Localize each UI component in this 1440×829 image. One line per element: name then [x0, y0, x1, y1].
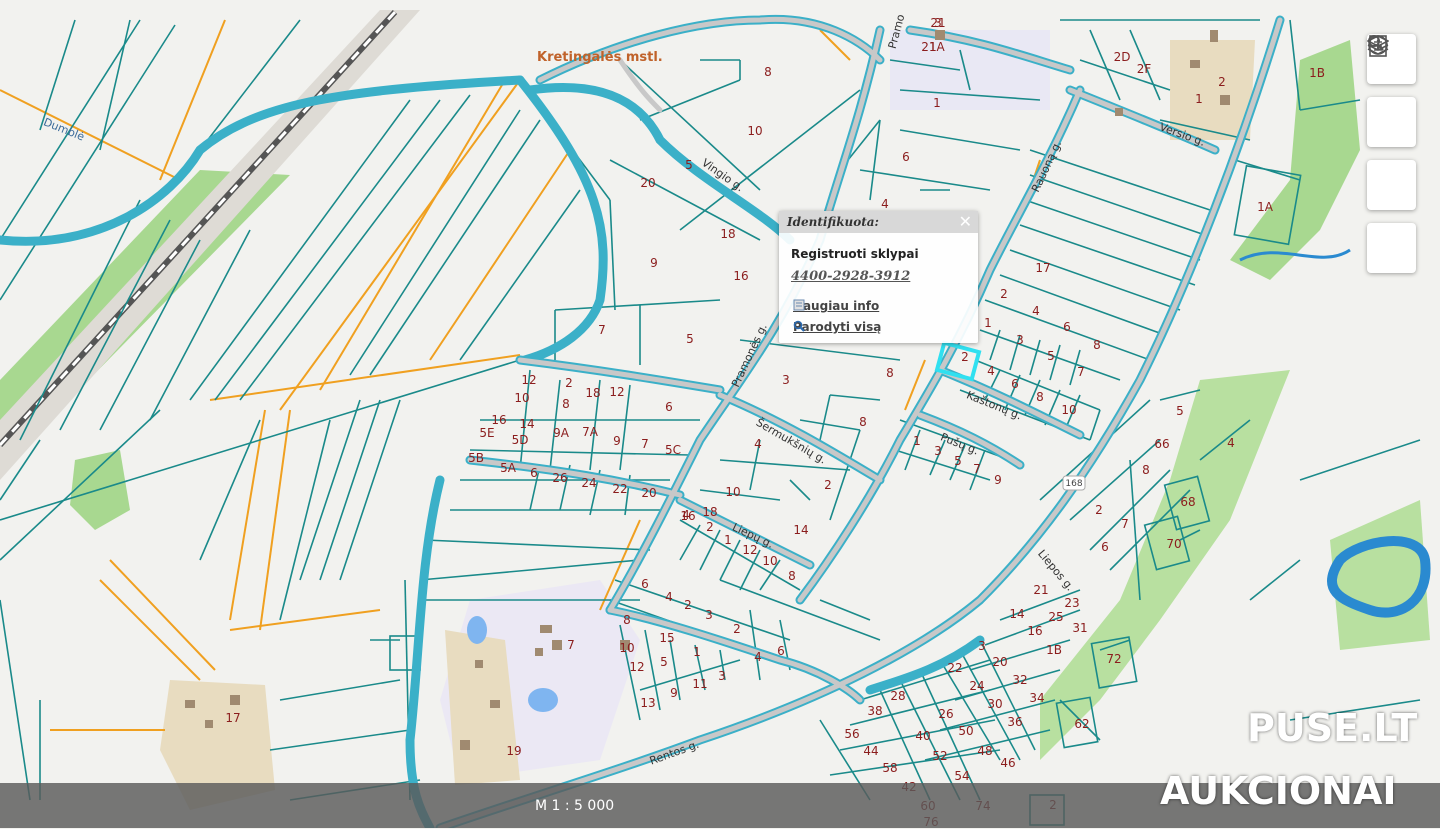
identify-popup: Identifikuota: ✕ Registruoti sklypai 440…	[779, 211, 978, 343]
more-info-link[interactable]: Daugiau info	[793, 299, 879, 313]
settlement-label: Kretingalės mstl.	[537, 50, 663, 65]
parcel-id-link[interactable]: 4400-2928-3912	[791, 269, 910, 284]
watermark-line2: AUKCIONAI	[1160, 769, 1397, 813]
popup-title: Identifikuota:	[787, 215, 879, 229]
document-icon	[793, 299, 805, 311]
popup-layer-name: Registruoti sklypai	[791, 247, 919, 261]
layers-button[interactable]	[1367, 35, 1416, 147]
show-all-link[interactable]: Parodyti visą	[793, 320, 881, 334]
watermark-line1: PUSE.LT	[1247, 706, 1418, 750]
pond	[528, 688, 558, 712]
magnifier-icon	[793, 320, 805, 332]
show-all-label: Parodyti visą	[793, 320, 882, 334]
legend-icon	[1369, 35, 1387, 57]
pond	[467, 616, 487, 644]
scale-label: M 1 : 5 000	[535, 798, 615, 814]
more-info-label: Daugiau info	[793, 299, 880, 313]
legend-button[interactable]	[1367, 35, 1416, 273]
map-toolbar	[1367, 34, 1416, 273]
popup-header: Identifikuota: ✕	[779, 211, 978, 233]
cadastral-map[interactable]: Kretingalės mstl. 168 Dumblė Vingio g. P…	[0, 0, 1440, 829]
close-icon[interactable]: ✕	[959, 214, 972, 230]
info-button[interactable]	[1367, 35, 1416, 210]
map-canvas[interactable]	[0, 0, 1440, 828]
route-badge	[1062, 475, 1086, 491]
